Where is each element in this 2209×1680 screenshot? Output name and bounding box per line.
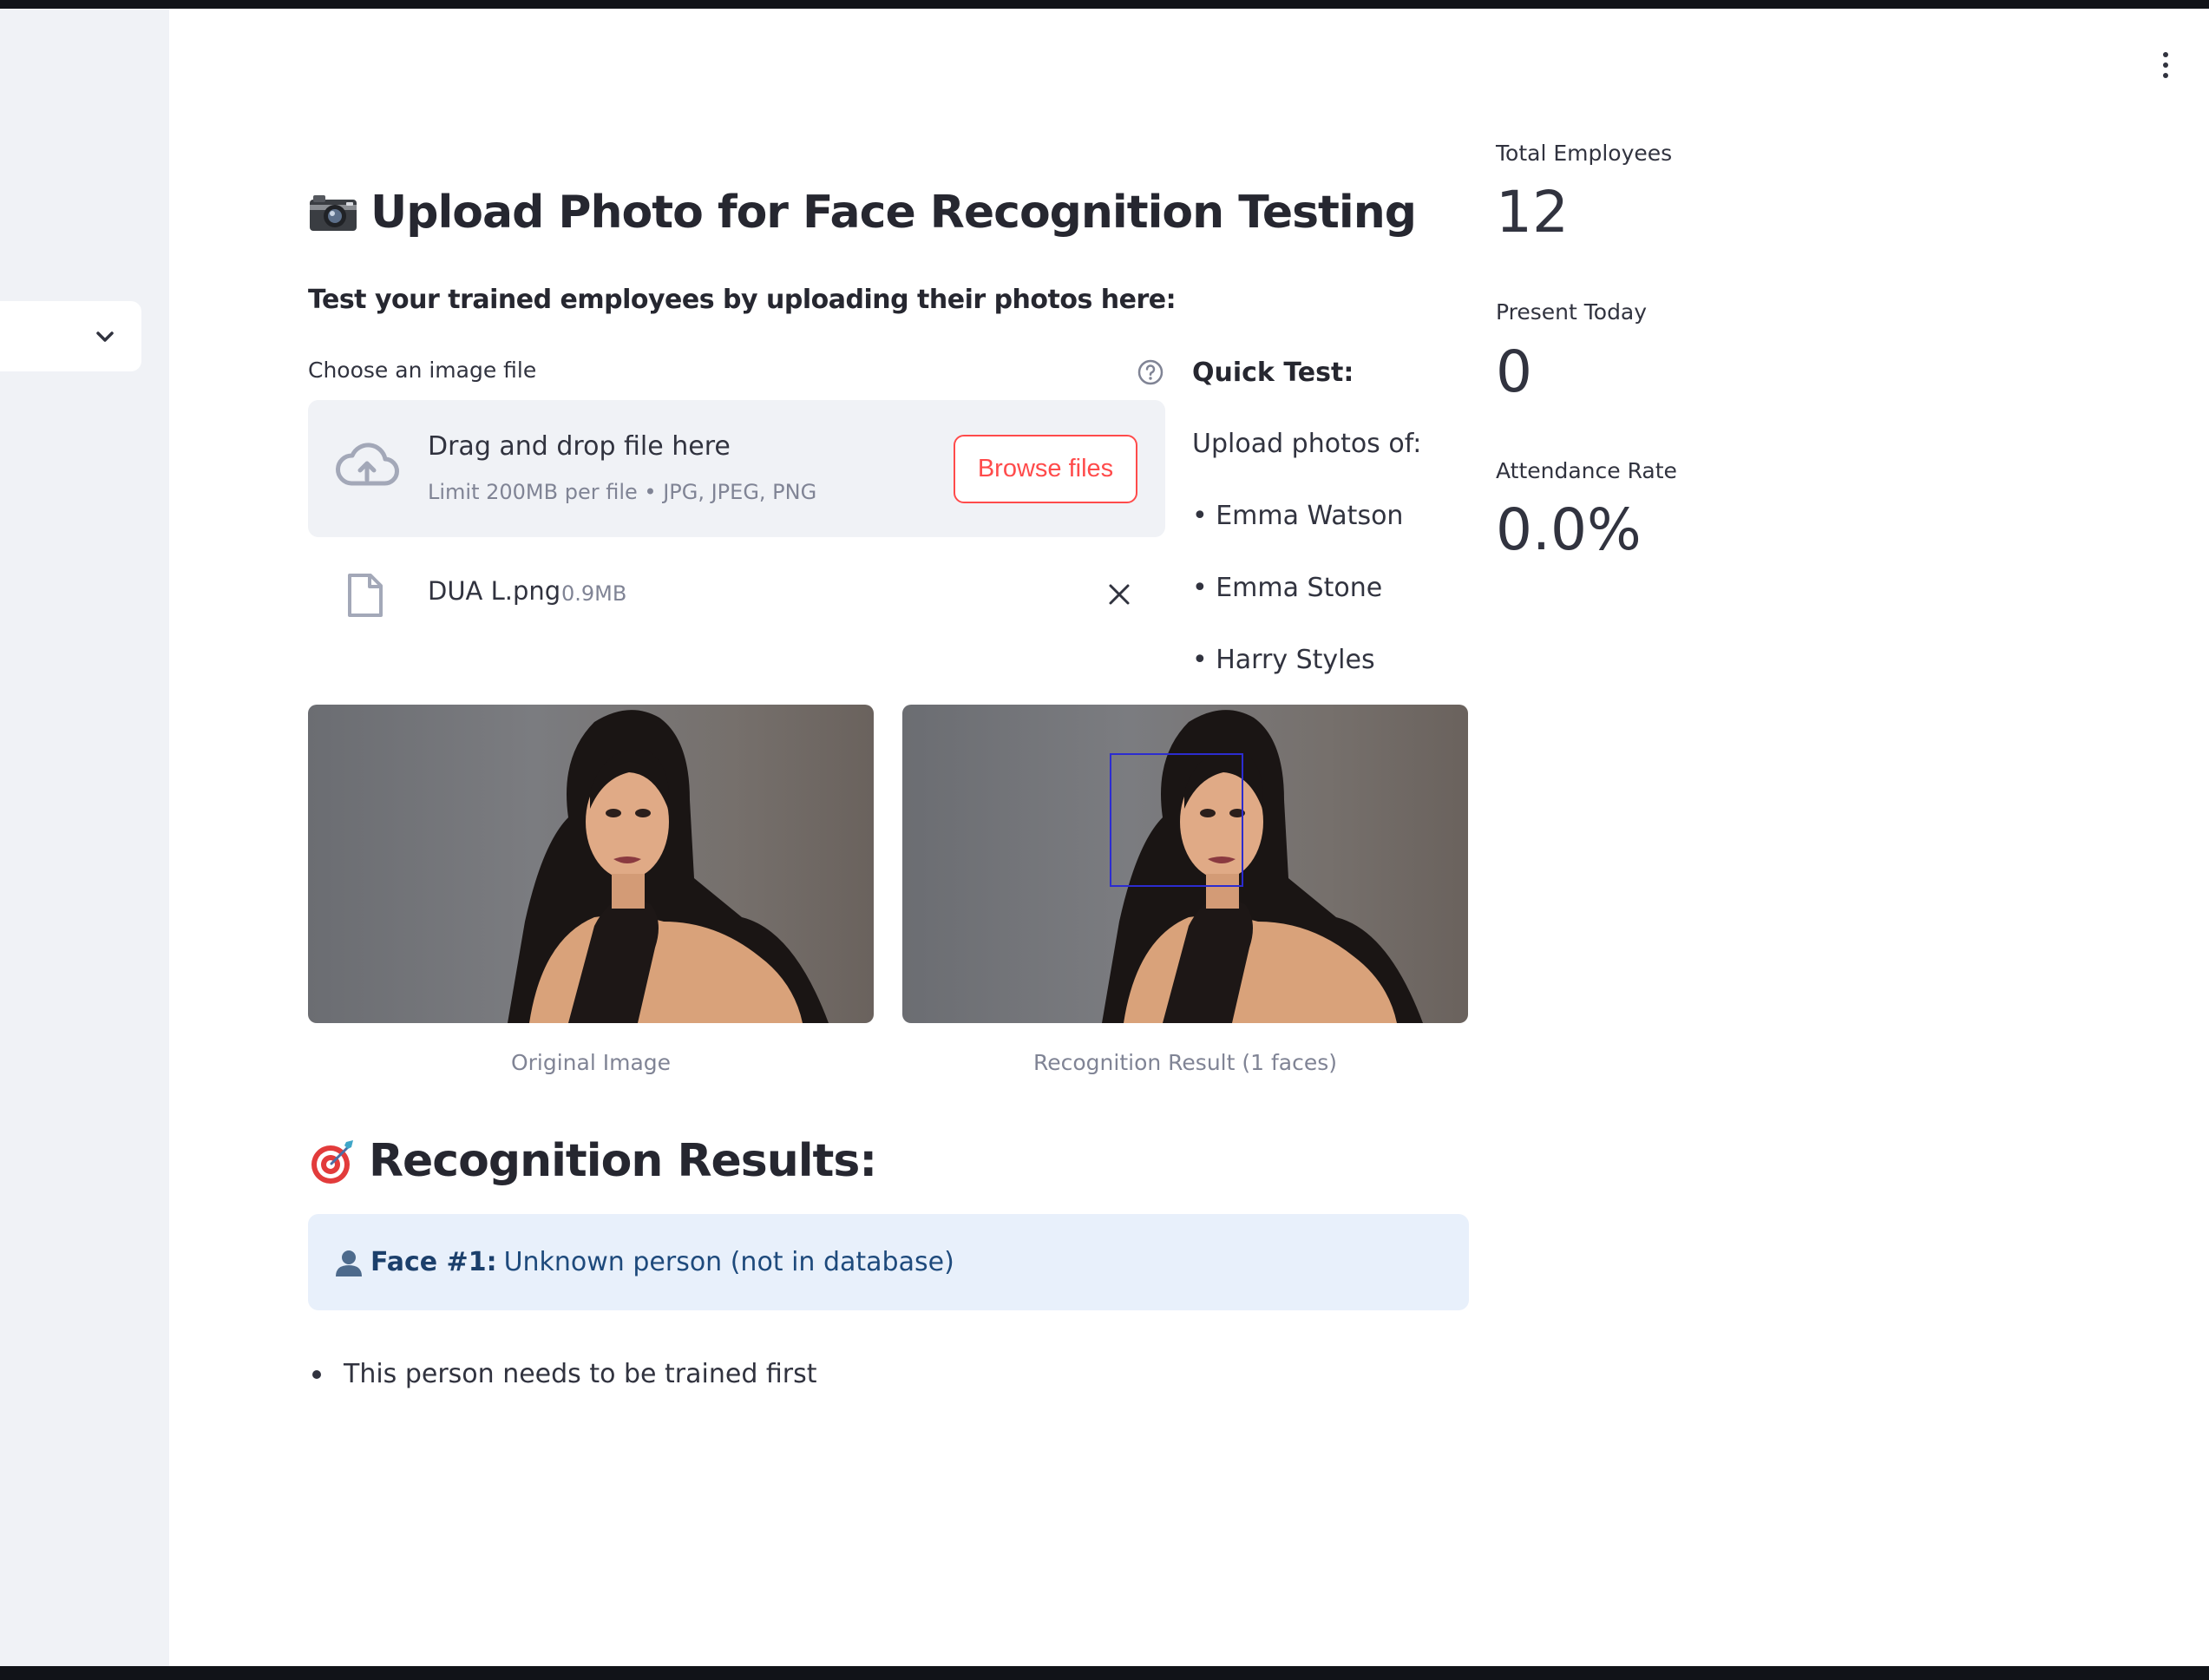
page-subtitle: Test your trained employees by uploading… [308, 285, 1177, 315]
results-title: Recognition Results: [369, 1135, 877, 1187]
file-icon [348, 574, 383, 617]
face-result-alert: Face #1: Unknown person (not in database… [308, 1214, 1469, 1310]
browse-files-button[interactable]: Browse files [954, 435, 1137, 503]
quick-test-name: • Harry Styles [1192, 645, 1375, 675]
metric-value-total-employees: 12 [1496, 179, 1569, 246]
main-menu-button[interactable] [2157, 45, 2174, 85]
face-result-text: Unknown person (not in database) [503, 1247, 954, 1277]
camera-icon [310, 195, 357, 231]
sidebar-collapse-button[interactable] [0, 301, 141, 371]
metric-label-present-today: Present Today [1496, 299, 1648, 325]
metric-value-present-today: 0 [1496, 338, 1532, 405]
close-icon[interactable] [1106, 581, 1132, 607]
uploaded-file-item: DUA L.png 0.9MB [308, 564, 1165, 625]
result-image-caption: Recognition Result (1 faces) [1033, 1050, 1337, 1075]
quick-test-name: • Emma Watson [1192, 501, 1404, 531]
vertical-ellipsis-icon [2163, 52, 2168, 57]
quick-test-intro: Upload photos of: [1192, 429, 1422, 459]
question-circle-icon[interactable] [1137, 358, 1164, 386]
quick-test-title: Quick Test: [1192, 358, 1354, 388]
metric-value-attendance-rate: 0.0% [1496, 496, 1642, 563]
page-title-text: Upload Photo for Face Recognition Testin… [370, 187, 1417, 239]
metric-label-total-employees: Total Employees [1496, 141, 1673, 166]
file-dropzone[interactable]: Drag and drop file here Limit 200MB per … [308, 400, 1165, 537]
file-size: 0.9MB [561, 581, 627, 606]
app-window: Upload Photo for Face Recognition Testin… [0, 9, 2209, 1666]
sidebar [0, 9, 169, 1666]
file-name: DUA L.png [428, 576, 561, 606]
chevron-down-icon [96, 331, 114, 342]
dropzone-instructions: Drag and drop file here [428, 431, 731, 462]
list-item: This person needs to be trained first [312, 1359, 817, 1389]
target-icon [311, 1140, 353, 1184]
dropzone-limit: Limit 200MB per file • JPG, JPEG, PNG [428, 480, 817, 504]
metric-label-attendance-rate: Attendance Rate [1496, 458, 1677, 483]
original-image [308, 705, 874, 1023]
recognition-result-image [902, 705, 1468, 1023]
training-note: This person needs to be trained first [344, 1359, 817, 1389]
user-silhouette-icon [336, 1250, 362, 1276]
cloud-upload-icon [336, 443, 399, 486]
original-image-caption: Original Image [510, 1050, 672, 1075]
uploader-label: Choose an image file [308, 358, 537, 383]
page-title: Upload Photo for Face Recognition Testin… [308, 187, 1417, 239]
bullet-icon [312, 1369, 321, 1379]
results-heading: Recognition Results: [308, 1135, 877, 1187]
face-number-label: Face #1: [370, 1247, 497, 1277]
quick-test-name: • Emma Stone [1192, 573, 1383, 603]
